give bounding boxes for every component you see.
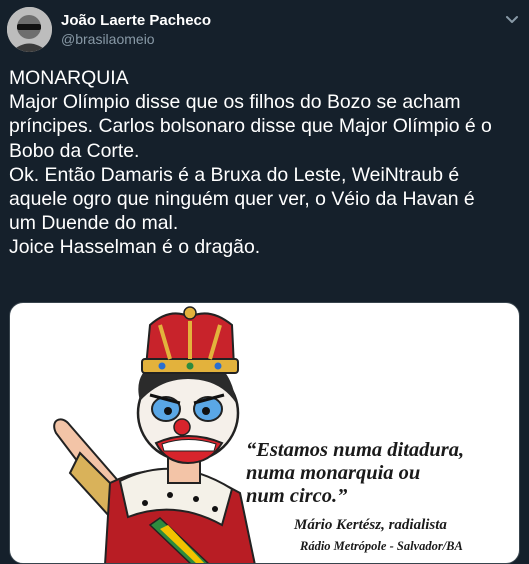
quote-attribution: Mário Kertész, radialista: [294, 517, 447, 533]
quote-line: numa monarquia ou: [246, 462, 421, 484]
quote-line: “Estamos numa ditadura,: [246, 439, 465, 461]
tweet-line: Ok. Então Damaris é a Bruxa do Leste, We…: [9, 163, 460, 186]
tweet-line: MONARQUIA: [9, 67, 129, 89]
avatar-image: [7, 7, 52, 52]
cartoon-quote: “Estamos numa ditadura, numa monarquia o…: [246, 439, 516, 508]
tweet-line: Bobo da Corte.: [9, 139, 140, 162]
avatar[interactable]: [7, 7, 52, 52]
author-name[interactable]: João Laerte Pacheco: [61, 12, 211, 29]
tweet-line: príncipes. Carlos bolsonaro disse que Ma…: [9, 115, 492, 138]
quote-line: num circo.”: [246, 485, 348, 507]
tweet-line: aquele ogro que ninguém quer ver, o Véio…: [9, 188, 475, 211]
tweet-line: um Duende do mal.: [9, 212, 179, 235]
tweet-line: Joice Hasselman é o dragão.: [9, 236, 261, 259]
quote-source: Rádio Metrópole - Salvador/BA: [300, 539, 463, 553]
tweet-line: Major Olímpio disse que os filhos do Boz…: [9, 91, 461, 114]
chevron-down-icon[interactable]: [503, 10, 521, 28]
tweet-text: MONARQUIA Major Olímpio disse que os fil…: [9, 66, 521, 260]
tweet-media-image[interactable]: “Estamos numa ditadura, numa monarquia o…: [9, 302, 520, 564]
author-handle[interactable]: @brasilaomeio: [61, 31, 155, 47]
tweet-header: João Laerte Pacheco @brasilaomeio: [0, 0, 529, 60]
